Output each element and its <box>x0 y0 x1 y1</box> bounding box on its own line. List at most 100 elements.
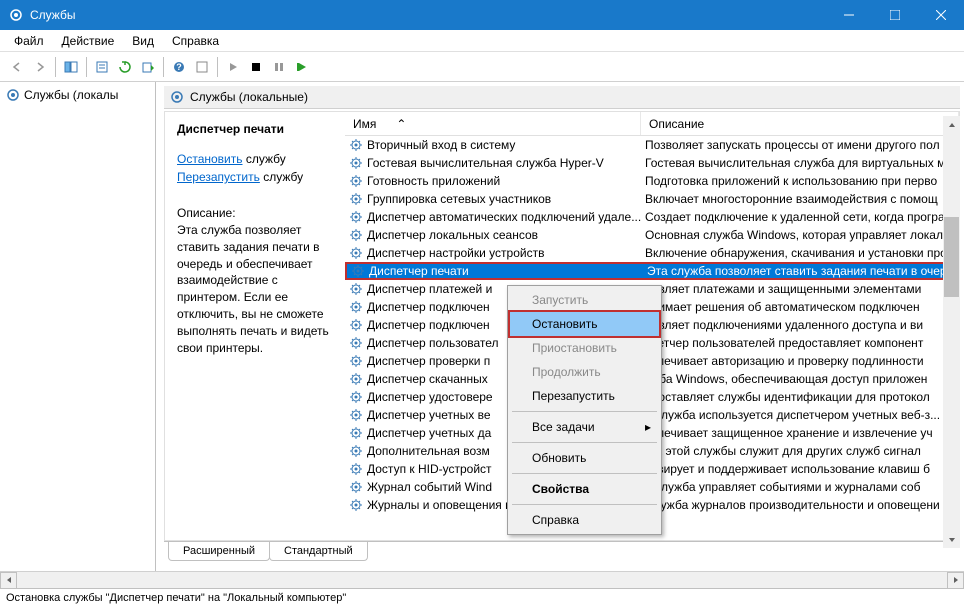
service-description: спетчер пользователей предоставляет комп… <box>641 336 959 350</box>
service-name: Готовность приложений <box>367 174 500 188</box>
nav-back-button <box>6 56 28 78</box>
pause-button <box>268 56 290 78</box>
tab-standard[interactable]: Стандартный <box>269 542 368 561</box>
tab-extended[interactable]: Расширенный <box>168 542 270 561</box>
scroll-thumb[interactable] <box>944 217 959 297</box>
service-name: Диспетчер учетных ве <box>367 408 491 422</box>
pane-title-text: Службы (локальные) <box>190 90 308 104</box>
gear-icon <box>349 480 363 494</box>
service-name: Диспетчер удостовере <box>367 390 493 404</box>
horizontal-scrollbar[interactable] <box>0 571 964 588</box>
service-description: равляет подключениями удаленного доступа… <box>641 318 959 332</box>
menu-file[interactable]: Файл <box>6 33 52 48</box>
service-name: Группировка сетевых участников <box>367 192 551 206</box>
menu-view[interactable]: Вид <box>124 33 162 48</box>
service-description: Включает многосторонние взаимодействия с… <box>641 192 959 206</box>
gear-icon <box>349 408 363 422</box>
service-description: а служба используется диспетчером учетны… <box>641 408 959 422</box>
scroll-down-button[interactable] <box>943 531 960 548</box>
service-row[interactable]: Диспетчер автоматических подключений уда… <box>345 208 959 226</box>
close-button[interactable] <box>918 0 964 30</box>
ctx-alltasks[interactable]: Все задачи▸ <box>510 415 659 439</box>
tree-pane: Службы (локалы <box>0 82 156 571</box>
properties-button[interactable] <box>91 56 113 78</box>
help-button[interactable]: ? <box>168 56 190 78</box>
refresh-button[interactable] <box>114 56 136 78</box>
maximize-button[interactable] <box>872 0 918 30</box>
service-description: уск этой службы служит для других служб … <box>641 444 959 458</box>
service-description: Основная служба Windows, которая управля… <box>641 228 959 242</box>
ctx-stop[interactable]: Остановить <box>508 310 661 338</box>
service-description: инимает решения об автоматическом подклю… <box>641 300 959 314</box>
service-name: Журнал событий Wind <box>367 480 492 494</box>
menu-action[interactable]: Действие <box>54 33 123 48</box>
selected-service-name: Диспетчер печати <box>177 122 333 136</box>
ctx-start: Запустить <box>510 288 659 312</box>
view-tabs: Расширенный Стандартный <box>164 541 960 561</box>
toolbar: ? <box>0 52 964 82</box>
service-row[interactable]: Группировка сетевых участников Включает м… <box>345 190 959 208</box>
gear-icon <box>349 138 363 152</box>
svg-text:?: ? <box>176 62 182 72</box>
column-header-name[interactable]: Имя⌃ <box>345 112 641 135</box>
gear-icon <box>349 246 363 260</box>
service-name: Диспетчер подключен <box>367 318 490 332</box>
service-description: а служба управляет событиями и журналами… <box>641 480 959 494</box>
menu-help[interactable]: Справка <box>164 33 227 48</box>
service-name: Диспетчер настройки устройств <box>367 246 544 260</box>
service-name: Диспетчер автоматических подключений уда… <box>367 210 641 224</box>
gear-icon <box>349 210 363 224</box>
service-row[interactable]: Диспетчер настройки устройствВключение о… <box>345 244 959 262</box>
gear-icon <box>349 336 363 350</box>
status-bar: Остановка службы "Диспетчер печати" на "… <box>0 588 964 610</box>
scroll-up-button[interactable] <box>943 116 960 133</box>
gear-icon <box>349 300 363 314</box>
service-row[interactable]: Вторичный вход в системуПозволяет запуск… <box>345 136 959 154</box>
gear-icon <box>349 282 363 296</box>
gear-icon <box>349 192 363 206</box>
service-name: Гостевая вычислительная служба Hyper-V <box>367 156 604 170</box>
gear-icon <box>349 228 363 242</box>
ctx-resume: Продолжить <box>510 360 659 384</box>
app-icon <box>8 7 24 23</box>
service-name: Диспетчер платежей и <box>367 282 492 296</box>
gear-icon <box>349 462 363 476</box>
restart-button[interactable] <box>291 56 313 78</box>
stop-service-link[interactable]: Остановить <box>177 152 243 166</box>
tree-item-services[interactable]: Службы (локалы <box>4 86 151 104</box>
service-description: Подготовка приложений к использованию пр… <box>641 174 959 188</box>
help2-button[interactable] <box>191 56 213 78</box>
service-description: Эта служба позволяет ставить задания печ… <box>643 264 957 278</box>
service-row[interactable]: Диспетчер печатиЭта служба позволяет ста… <box>345 262 959 280</box>
service-description: ужба Windows, обеспечивающая доступ прил… <box>641 372 959 386</box>
service-description: Гостевая вычислительная служба для вирту… <box>641 156 959 170</box>
ctx-help[interactable]: Справка <box>510 508 659 532</box>
vertical-scrollbar[interactable] <box>943 116 960 548</box>
service-row[interactable]: Готовность приложений Подготовка приложен… <box>345 172 959 190</box>
gear-icon <box>349 156 363 170</box>
show-hide-tree-button[interactable] <box>60 56 82 78</box>
gear-icon <box>349 498 363 512</box>
service-name: Дополнительная возм <box>367 444 490 458</box>
minimize-button[interactable] <box>826 0 872 30</box>
gear-icon <box>349 318 363 332</box>
service-description: еспечивает защищенное хранение и извлече… <box>641 426 959 440</box>
scroll-right-button[interactable] <box>947 572 964 589</box>
context-menu: Запустить Остановить Приостановить Продо… <box>507 285 662 535</box>
gear-icon <box>351 264 365 278</box>
gear-icon <box>349 390 363 404</box>
service-row[interactable]: Гостевая вычислительная служба Hyper-V Го… <box>345 154 959 172</box>
service-row[interactable]: Диспетчер локальных сеансовОсновная служ… <box>345 226 959 244</box>
stop-button[interactable] <box>245 56 267 78</box>
column-header-description[interactable]: Описание <box>641 112 959 135</box>
export-button[interactable] <box>137 56 159 78</box>
tree-item-label: Службы (локалы <box>24 88 118 102</box>
restart-service-link[interactable]: Перезапустить <box>177 170 260 184</box>
gear-icon <box>349 354 363 368</box>
scroll-left-button[interactable] <box>0 572 17 589</box>
pane-title: Службы (локальные) <box>164 86 960 109</box>
ctx-properties[interactable]: Свойства <box>510 477 659 501</box>
ctx-restart[interactable]: Перезапустить <box>510 384 659 408</box>
ctx-refresh[interactable]: Обновить <box>510 446 659 470</box>
service-description: Служба журналов производительности и опо… <box>641 498 959 512</box>
